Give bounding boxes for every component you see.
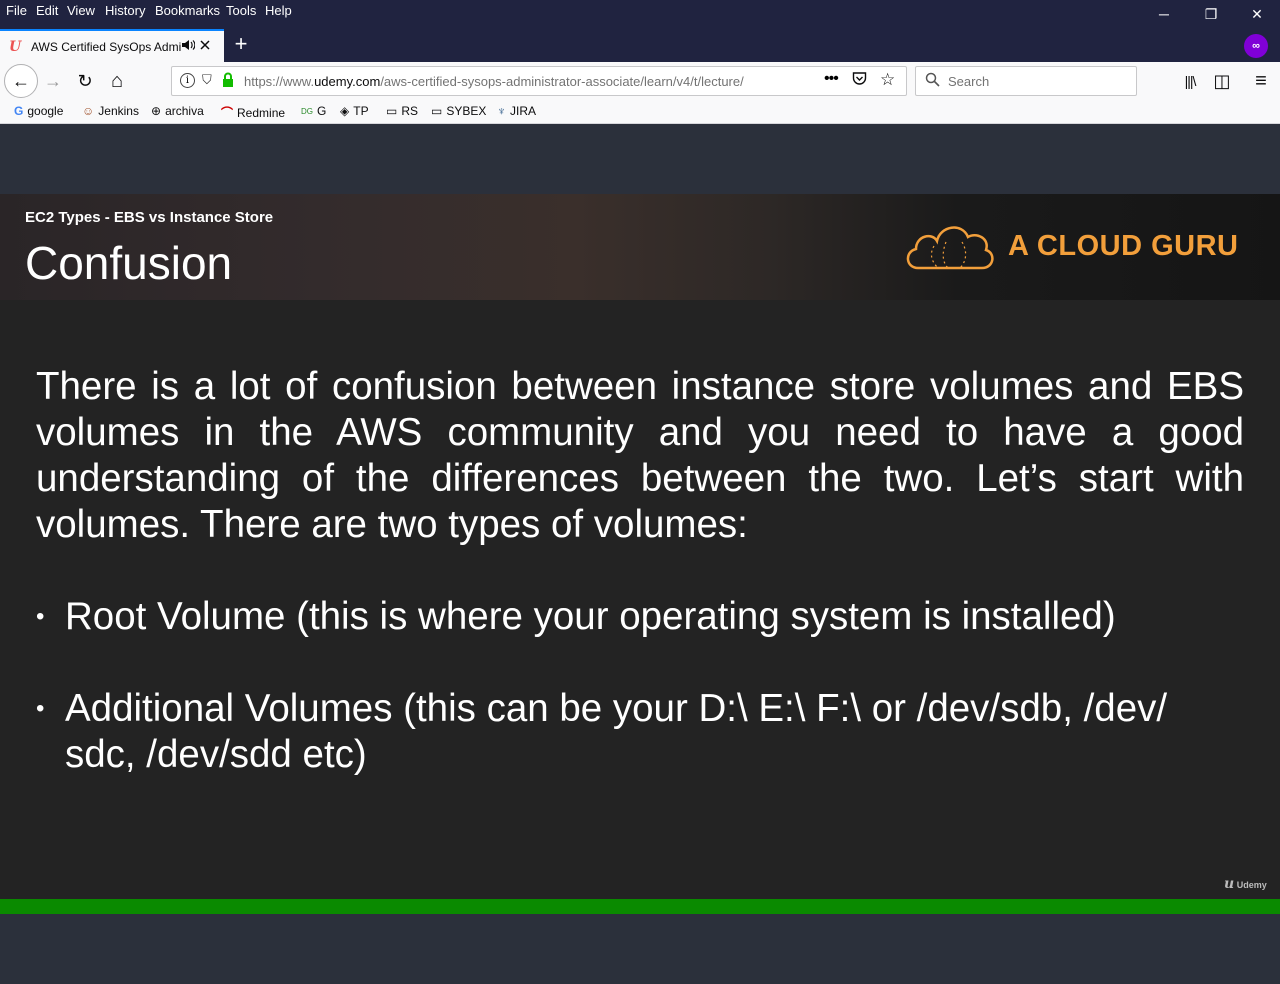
sidebar-icon[interactable]: ◫ xyxy=(1207,66,1237,96)
speaker-icon[interactable] xyxy=(181,39,196,54)
minimize-button[interactable]: ─ xyxy=(1141,0,1187,28)
lock-icon xyxy=(222,72,234,88)
menu-bookmarks[interactable]: Bookmarks xyxy=(155,3,220,18)
bookmark-archiva[interactable]: ⊕ archiva xyxy=(151,104,204,118)
tab-strip: U AWS Certified SysOps Admi + ∞ xyxy=(0,28,1280,62)
home-button[interactable]: ⌂ xyxy=(102,66,132,96)
restore-button[interactable]: ❐ xyxy=(1188,0,1234,28)
video-player-bottom-area xyxy=(0,914,1280,984)
slide-paragraph: There is a lot of confusion between inst… xyxy=(36,365,1244,546)
menu-history[interactable]: History xyxy=(105,3,145,18)
bullet-additional-volumes: • Additional Volumes (this can be your D… xyxy=(36,687,1168,776)
bookmarks-toolbar: G google ☺ Jenkins ⊕ archiva ⌒ Redmine D… xyxy=(0,100,1280,124)
bullet-dot: • xyxy=(36,695,45,722)
tp-icon: ◈ xyxy=(340,104,350,118)
menu-edit[interactable]: Edit xyxy=(36,3,58,18)
cloud-guru-logo-icon xyxy=(904,220,996,277)
reload-button[interactable]: ↻ xyxy=(70,66,100,96)
search-bar[interactable]: Search xyxy=(915,66,1137,96)
forward-button[interactable]: → xyxy=(38,66,68,96)
menu-view[interactable]: View xyxy=(67,3,95,18)
search-input[interactable]: Search xyxy=(948,74,989,89)
lecture-slide[interactable]: EC2 Types - EBS vs Instance Store Confus… xyxy=(0,194,1280,899)
jenkins-icon: ☺ xyxy=(82,104,95,118)
info-icon[interactable]: i xyxy=(180,73,195,88)
new-tab-button[interactable]: + xyxy=(230,31,252,57)
udemy-favicon-icon: U xyxy=(9,38,22,55)
page-actions-icon[interactable]: ••• xyxy=(824,70,839,88)
cloud-guru-logo-text: A CLOUD GURU xyxy=(1008,230,1239,262)
udemy-watermark: u Udemy xyxy=(1224,876,1267,892)
slide-header: EC2 Types - EBS vs Instance Store Confus… xyxy=(0,194,1280,300)
globe-icon: ⊕ xyxy=(151,104,162,118)
video-player-top-area xyxy=(0,125,1280,194)
jira-icon: ♆ xyxy=(497,104,506,118)
slide-heading: Confusion xyxy=(25,237,233,289)
bookmark-tp[interactable]: ◈ TP xyxy=(340,104,369,118)
back-button[interactable]: ← xyxy=(4,64,38,98)
menu-help[interactable]: Help xyxy=(265,3,292,18)
dg-icon: DG xyxy=(301,106,313,116)
private-browsing-icon: ∞ xyxy=(1244,34,1268,58)
bullet-dot: • xyxy=(36,603,45,630)
pocket-icon[interactable] xyxy=(852,72,867,89)
tab-title: AWS Certified SysOps Admi xyxy=(31,39,181,54)
url-text[interactable]: https://www.udemy.com/aws-certified-syso… xyxy=(244,74,784,89)
bookmark-redmine[interactable]: ⌒ Redmine xyxy=(221,104,285,121)
hamburger-menu-icon[interactable]: ≡ xyxy=(1246,66,1276,96)
url-bar[interactable]: i ⛉ https://www.udemy.com/aws-certified-… xyxy=(171,66,907,96)
close-window-button[interactable]: ✕ xyxy=(1234,0,1280,28)
bookmark-jenkins[interactable]: ☺ Jenkins xyxy=(82,104,139,118)
google-icon: G xyxy=(14,104,24,118)
menu-file[interactable]: File xyxy=(6,3,27,18)
bullet-root-volume: • Root Volume (this is where your operat… xyxy=(36,595,1116,638)
bookmark-g[interactable]: DG G xyxy=(301,104,326,118)
bookmark-jira[interactable]: ♆ JIRA xyxy=(497,104,536,118)
navigation-toolbar: ← → ↻ ⌂ i ⛉ https://www.udemy.com/aws-ce… xyxy=(0,62,1280,100)
video-progress-bar[interactable] xyxy=(0,899,1280,914)
slide-subtitle: EC2 Types - EBS vs Instance Store xyxy=(25,209,274,226)
search-icon xyxy=(925,72,940,91)
bookmark-folder-sybex[interactable]: ▭ SYBEX xyxy=(431,104,486,118)
library-icon[interactable]: |||\ xyxy=(1175,66,1205,96)
menu-tools[interactable]: Tools xyxy=(226,3,256,18)
close-tab-icon[interactable] xyxy=(199,38,215,56)
bookmark-folder-rs[interactable]: ▭ RS xyxy=(386,104,418,118)
redmine-icon: ⌒ xyxy=(221,106,234,120)
folder-icon: ▭ xyxy=(386,104,398,118)
tab-udemy-course[interactable]: U AWS Certified SysOps Admi xyxy=(0,29,224,62)
bookmark-google[interactable]: G google xyxy=(14,104,63,118)
folder-icon: ▭ xyxy=(431,104,443,118)
menu-bar: File Edit View History Bookmarks Tools H… xyxy=(0,0,1280,28)
tracking-shield-icon[interactable]: ⛉ xyxy=(202,72,212,88)
bookmark-star-icon[interactable]: ☆ xyxy=(880,70,895,90)
